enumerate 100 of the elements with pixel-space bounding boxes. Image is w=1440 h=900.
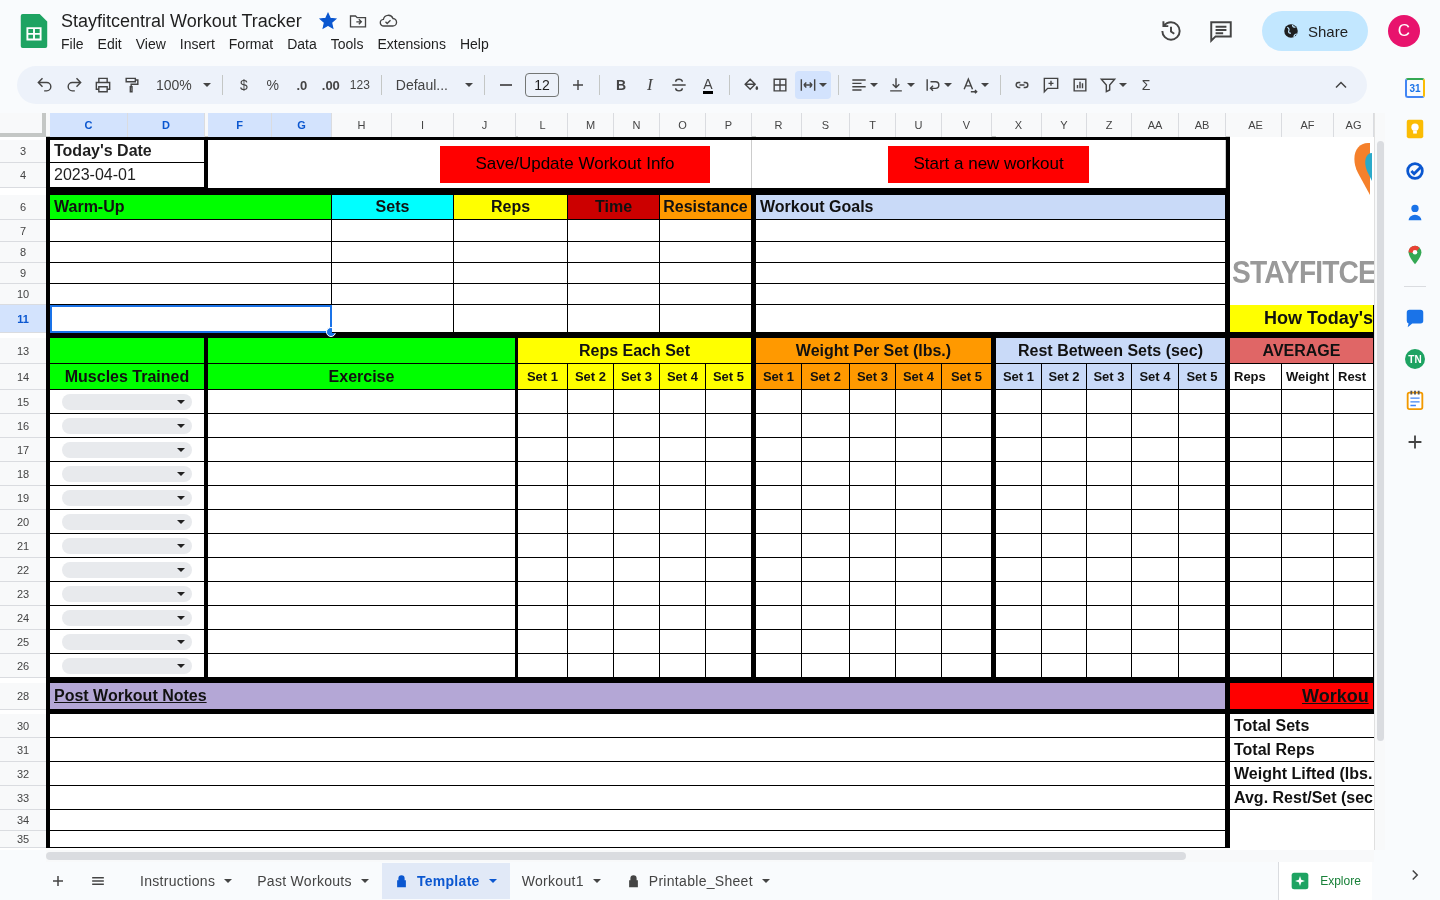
table-cell[interactable] xyxy=(660,486,706,510)
menu-item[interactable]: Help xyxy=(452,35,496,52)
row-header[interactable]: 8 xyxy=(0,242,46,263)
table-cell[interactable] xyxy=(942,414,992,438)
table-cell[interactable] xyxy=(942,630,992,654)
table-cell[interactable] xyxy=(1230,486,1282,510)
table-cell[interactable] xyxy=(802,462,850,486)
row-header[interactable]: 10 xyxy=(0,284,46,305)
table-cell[interactable] xyxy=(614,438,660,462)
table-cell[interactable] xyxy=(660,414,706,438)
table-cell[interactable] xyxy=(1087,390,1132,414)
zoom-button[interactable]: 100% xyxy=(147,71,215,99)
table-cell[interactable] xyxy=(614,606,660,630)
new-workout-button[interactable]: Start a new workout xyxy=(888,145,1089,183)
column-header[interactable]: M xyxy=(568,113,614,137)
table-cell[interactable] xyxy=(756,582,802,606)
row-header[interactable]: 25 xyxy=(0,630,46,654)
table-cell[interactable] xyxy=(660,534,706,558)
row-header[interactable]: 17 xyxy=(0,438,46,462)
table-cell[interactable] xyxy=(706,582,752,606)
column-header[interactable]: F xyxy=(208,113,272,137)
table-cell[interactable] xyxy=(208,558,516,582)
table-cell[interactable] xyxy=(996,606,1042,630)
text-button[interactable]: $ xyxy=(229,71,258,99)
table-cell[interactable] xyxy=(1042,390,1087,414)
table-cell[interactable] xyxy=(568,414,614,438)
column-header[interactable]: Z xyxy=(1087,113,1132,137)
table-cell[interactable] xyxy=(208,534,516,558)
table-cell[interactable] xyxy=(660,462,706,486)
column-header[interactable]: J xyxy=(454,113,516,137)
table-cell[interactable] xyxy=(850,510,896,534)
table-cell[interactable] xyxy=(1132,510,1179,534)
scrollbar[interactable] xyxy=(1376,141,1384,741)
table-cell[interactable] xyxy=(942,486,992,510)
row-header[interactable]: 9 xyxy=(0,263,46,284)
table-cell[interactable] xyxy=(850,582,896,606)
row-header[interactable]: 34 xyxy=(0,810,46,831)
table-cell[interactable] xyxy=(802,510,850,534)
font-size-field[interactable]: 12 xyxy=(524,73,559,97)
row-header[interactable]: 18 xyxy=(0,462,46,486)
row-header[interactable]: 19 xyxy=(0,486,46,510)
check-circle-icon[interactable] xyxy=(1404,160,1426,182)
table-cell[interactable] xyxy=(706,534,752,558)
table-cell[interactable] xyxy=(660,242,752,263)
table-cell[interactable] xyxy=(1042,606,1087,630)
table-cell[interactable] xyxy=(942,606,992,630)
table-cell[interactable] xyxy=(756,242,1226,263)
row-header[interactable]: 32 xyxy=(0,762,46,786)
column-header[interactable]: AE xyxy=(1230,113,1282,137)
table-cell[interactable] xyxy=(50,810,1226,831)
table-cell[interactable] xyxy=(568,284,660,305)
table-cell[interactable] xyxy=(614,414,660,438)
table-cell[interactable] xyxy=(518,558,568,582)
table-cell[interactable] xyxy=(518,654,568,678)
table-cell[interactable] xyxy=(996,414,1042,438)
table-cell[interactable] xyxy=(706,606,752,630)
table-cell[interactable] xyxy=(568,305,660,333)
table-cell[interactable] xyxy=(756,414,802,438)
table-cell[interactable] xyxy=(1087,438,1132,462)
table-cell[interactable] xyxy=(614,462,660,486)
table-cell[interactable] xyxy=(454,284,568,305)
sheet-tab[interactable]: Instructions xyxy=(128,863,246,899)
table-cell[interactable] xyxy=(332,284,454,305)
table-cell[interactable] xyxy=(996,510,1042,534)
table-cell[interactable] xyxy=(802,390,850,414)
table-cell[interactable] xyxy=(1282,606,1334,630)
table-cell[interactable] xyxy=(756,558,802,582)
date-cell[interactable]: 2023-04-01 xyxy=(50,163,205,188)
menu-item[interactable]: Edit xyxy=(90,35,129,52)
document-title[interactable]: Stayfitcentral Workout Tracker xyxy=(61,10,302,32)
row-header[interactable]: 31 xyxy=(0,738,46,762)
sheet-tab[interactable]: Template xyxy=(381,863,510,899)
table-cell[interactable] xyxy=(660,263,752,284)
table-cell[interactable] xyxy=(208,438,516,462)
table-cell[interactable] xyxy=(942,390,992,414)
table-cell[interactable] xyxy=(756,263,1226,284)
column-header[interactable]: AG xyxy=(1334,113,1374,137)
table-cell[interactable] xyxy=(1087,486,1132,510)
textcolor-button[interactable]: A xyxy=(693,71,722,99)
table-cell[interactable] xyxy=(1042,558,1087,582)
table-cell[interactable] xyxy=(850,630,896,654)
table-cell[interactable] xyxy=(1042,630,1087,654)
row-header[interactable]: 3 xyxy=(0,140,46,163)
star-icon[interactable] xyxy=(317,11,338,31)
table-cell[interactable] xyxy=(850,486,896,510)
table-cell[interactable] xyxy=(1087,414,1132,438)
table-cell[interactable] xyxy=(850,534,896,558)
table-cell[interactable] xyxy=(568,510,614,534)
table-cell[interactable] xyxy=(50,786,1226,810)
font-button[interactable]: Defaul... xyxy=(388,71,477,99)
text-button[interactable]: Σ xyxy=(1131,71,1160,99)
increase-button[interactable]: .00 xyxy=(316,71,345,99)
table-cell[interactable] xyxy=(660,305,752,333)
table-cell[interactable] xyxy=(756,284,1226,305)
table-cell[interactable] xyxy=(1042,414,1087,438)
table-cell[interactable] xyxy=(1334,558,1374,582)
table-cell[interactable] xyxy=(1132,558,1179,582)
table-cell[interactable] xyxy=(756,305,1226,333)
sheet-tab[interactable]: Past Workouts xyxy=(245,863,382,899)
table-cell[interactable] xyxy=(996,534,1042,558)
